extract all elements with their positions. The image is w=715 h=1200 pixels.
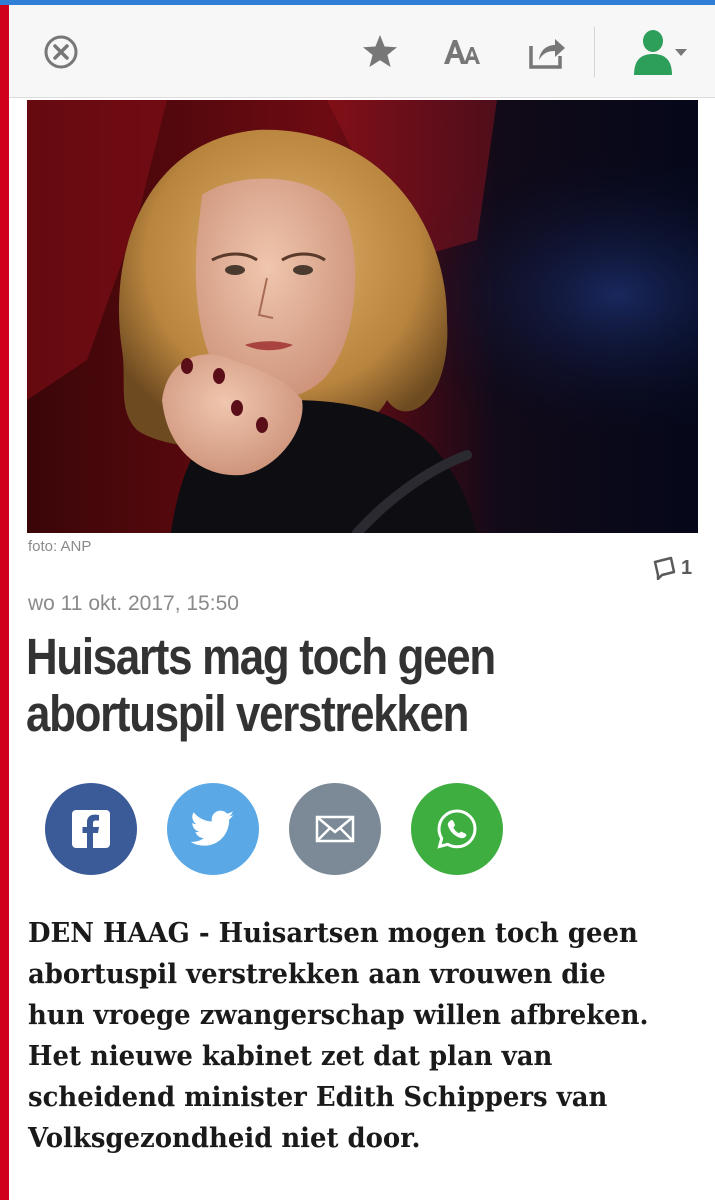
favorite-button[interactable]	[355, 29, 405, 75]
toolbar-divider	[594, 27, 595, 77]
share-icon	[529, 39, 565, 69]
headline-line-1: Huisarts mag toch geen	[26, 628, 496, 685]
facebook-icon	[72, 810, 110, 848]
share-facebook-button[interactable]	[45, 783, 137, 875]
close-button[interactable]	[36, 29, 86, 75]
share-button[interactable]	[522, 29, 572, 75]
share-mail-button[interactable]	[289, 783, 381, 875]
headline-line-2: abortuspil verstrekken	[26, 685, 469, 742]
twitter-icon	[191, 810, 235, 846]
share-whatsapp-button[interactable]	[411, 783, 503, 875]
left-accent-bar	[0, 5, 9, 1200]
headline: Huisarts mag toch geen abortuspil verstr…	[26, 628, 602, 742]
article-photo	[27, 100, 698, 533]
whatsapp-icon	[437, 809, 477, 849]
photo-credit: foto: ANP	[28, 538, 92, 555]
user-menu-button[interactable]	[629, 29, 691, 75]
publish-date: wo 11 okt. 2017, 15:50	[28, 592, 239, 615]
comments-link[interactable]: 1	[652, 556, 692, 580]
user-icon	[634, 30, 672, 75]
star-icon	[363, 35, 397, 67]
text-size-button[interactable]	[439, 29, 489, 75]
share-twitter-button[interactable]	[167, 783, 259, 875]
chevron-down-icon	[675, 49, 687, 56]
close-icon	[44, 35, 78, 69]
article-lead: DEN HAAG - Huisartsen mogen toch geen ab…	[28, 918, 649, 1154]
article-toolbar	[9, 5, 715, 98]
comment-icon	[653, 556, 676, 580]
mail-icon	[315, 815, 355, 843]
text-size-icon	[444, 40, 480, 64]
comment-count: 1	[681, 556, 693, 579]
